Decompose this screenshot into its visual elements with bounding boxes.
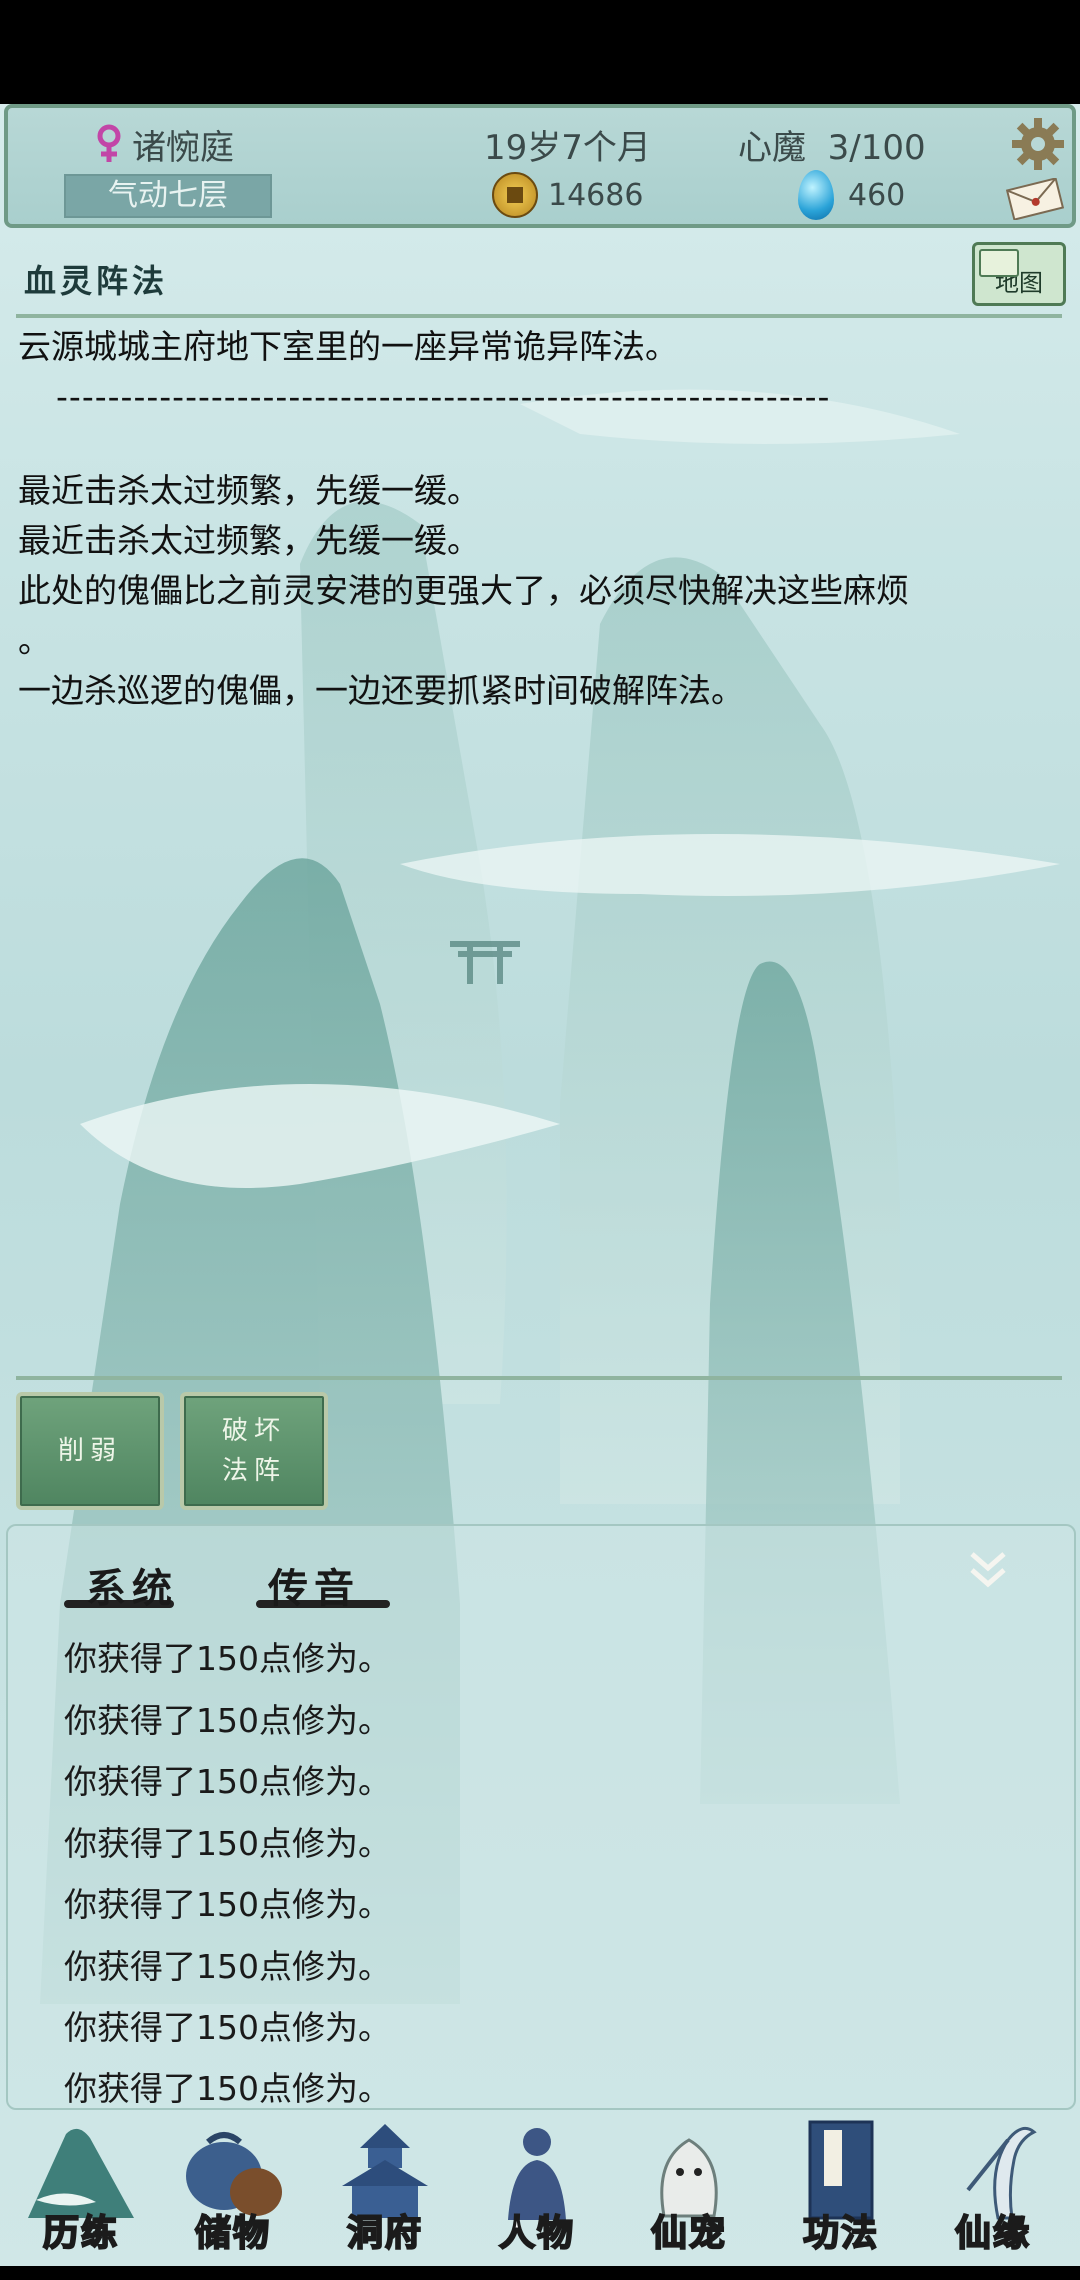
- desc-line: 最近击杀太过频繁，先缓一缓。: [18, 471, 480, 510]
- desc-line: 最近击杀太过频繁，先缓一缓。: [18, 521, 480, 560]
- bottom-nav: 历练 储物 洞府 人物 仙宠 功法 仙缘: [0, 2112, 1080, 2264]
- weaken-button[interactable]: 削弱: [16, 1392, 164, 1510]
- log-entry: 你获得了150点修为。: [64, 1824, 391, 1863]
- log-entry: 你获得了150点修为。: [64, 1947, 391, 1986]
- nav-storage[interactable]: 储物: [158, 2112, 308, 2262]
- log-entry: 你获得了150点修为。: [64, 1701, 391, 1740]
- spirit-stone-icon: [798, 170, 834, 220]
- nav-label: 储物: [194, 2211, 271, 2255]
- desc-line: 。: [18, 621, 51, 660]
- coin-icon: [492, 172, 538, 218]
- desc-line: 此处的傀儡比之前灵安港的更强大了，必须尽快解决这些麻烦: [18, 571, 909, 610]
- desc-blank: [18, 422, 1058, 466]
- nav-label: 历练: [42, 2211, 119, 2255]
- nav-label: 洞府: [346, 2211, 423, 2255]
- tab-transmission[interactable]: 传音: [268, 1556, 360, 1614]
- desc-line: 一边杀巡逻的傀儡，一边还要抓紧时间破解阵法。: [18, 671, 744, 710]
- log-entry: 你获得了150点修为。: [64, 1762, 391, 1801]
- nav-spirit-pet[interactable]: 仙宠: [614, 2112, 764, 2262]
- cultivation-realm: 气动七层: [64, 174, 272, 218]
- location-title: 血灵阵法: [24, 262, 169, 300]
- mail-icon[interactable]: [1006, 178, 1064, 220]
- spirit-stone-count: 460: [848, 178, 906, 213]
- nav-techniques[interactable]: 功法: [766, 2112, 916, 2262]
- nav-label: 功法: [802, 2211, 879, 2255]
- destroy-formation-button[interactable]: 破坏 法阵: [180, 1392, 328, 1510]
- nav-character[interactable]: 人物: [462, 2112, 612, 2262]
- gear-icon[interactable]: [1012, 118, 1064, 170]
- player-status-header: 诸惋庭 气动七层 19岁7个月 心魔 3/100 14686 460: [4, 104, 1076, 228]
- divider: [16, 314, 1062, 318]
- location-description: 云源城城主府地下室里的一座异常诡异阵法。 -------------------…: [18, 322, 1058, 716]
- coin-count: 14686: [548, 178, 644, 213]
- divider: [16, 1376, 1062, 1380]
- system-nav-bar: [0, 2266, 1080, 2280]
- nav-label: 仙宠: [650, 2211, 727, 2255]
- heart-demon-value: 心魔 3/100: [738, 128, 926, 168]
- map-button[interactable]: 地图: [972, 242, 1066, 306]
- nav-cave-residence[interactable]: 洞府: [310, 2112, 460, 2262]
- player-name: 诸惋庭: [132, 128, 234, 168]
- female-icon: [97, 124, 121, 162]
- desc-separator: ----------------------------------------…: [56, 377, 831, 416]
- log-entry: 你获得了150点修为。: [64, 1885, 391, 1924]
- nav-training[interactable]: 历练: [6, 2112, 156, 2262]
- nav-label: 仙缘: [954, 2211, 1031, 2255]
- player-age: 19岁7个月: [484, 128, 651, 168]
- collapse-chevron-icon[interactable]: [968, 1548, 1008, 1594]
- desc-line: 云源城城主府地下室里的一座异常诡异阵法。: [18, 327, 678, 366]
- log-entry: 你获得了150点修为。: [64, 2069, 391, 2108]
- log-entry: 你获得了150点修为。: [64, 1639, 391, 1678]
- nav-label: 人物: [498, 2211, 575, 2255]
- nav-fate[interactable]: 仙缘: [918, 2112, 1068, 2262]
- tab-system[interactable]: 系统: [86, 1556, 178, 1614]
- status-bar: [0, 0, 1080, 104]
- log-entry: 你获得了150点修为。: [64, 2008, 391, 2047]
